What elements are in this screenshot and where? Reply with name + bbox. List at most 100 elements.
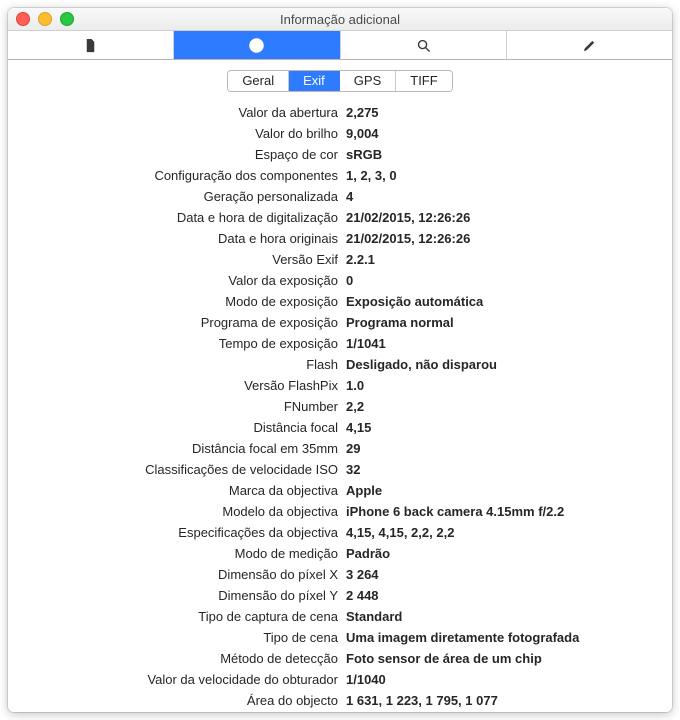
metadata-value: 1, 2, 3, 0 <box>346 165 662 186</box>
metadata-label: Valor da abertura <box>8 102 346 123</box>
metadata-label: Flash <box>8 354 346 375</box>
metadata-value: Desligado, não disparou <box>346 354 662 375</box>
metadata-label: Versão FlashPix <box>8 375 346 396</box>
metadata-row: Versão Exif2.2.1 <box>8 249 662 270</box>
info-icon <box>249 38 264 53</box>
tab-gps[interactable]: GPS <box>340 71 396 91</box>
metadata-label: Modo de medição <box>8 543 346 564</box>
toolbar-tab-file[interactable] <box>8 31 174 59</box>
metadata-label: Espaço de cor <box>8 144 346 165</box>
tab-exif[interactable]: Exif <box>289 71 340 91</box>
metadata-row: Modelo da objectivaiPhone 6 back camera … <box>8 501 662 522</box>
metadata-value: 21/02/2015, 12:26:26 <box>346 228 662 249</box>
exif-table: Valor da abertura2,275Valor do brilho9,0… <box>8 98 672 712</box>
metadata-row: Marca da objectivaApple <box>8 480 662 501</box>
metadata-label: Geração personalizada <box>8 186 346 207</box>
metadata-row: Programa de exposiçãoPrograma normal <box>8 312 662 333</box>
metadata-value: iPhone 6 back camera 4.15mm f/2.2 <box>346 501 662 522</box>
metadata-row: Especificações da objectiva4,15, 4,15, 2… <box>8 522 662 543</box>
metadata-row: Tempo de exposição1/1041 <box>8 333 662 354</box>
toolbar-tab-edit[interactable] <box>507 31 672 59</box>
toolbar <box>8 31 672 60</box>
tab-tiff[interactable]: TIFF <box>396 71 451 91</box>
metadata-label: Data e hora de digitalização <box>8 207 346 228</box>
segmented-bar: GeralExifGPSTIFF <box>8 60 672 98</box>
metadata-value: 1 631, 1 223, 1 795, 1 077 <box>346 690 662 711</box>
metadata-value: Foto sensor de área de um chip <box>346 648 662 669</box>
tab-geral[interactable]: Geral <box>228 71 289 91</box>
metadata-label: Dimensão do píxel Y <box>8 585 346 606</box>
metadata-value: 29 <box>346 438 662 459</box>
metadata-label: Data e hora originais <box>8 228 346 249</box>
metadata-value: sRGB <box>346 144 662 165</box>
metadata-row: Valor da abertura2,275 <box>8 102 662 123</box>
metadata-row: Modo de exposiçãoExposição automática <box>8 291 662 312</box>
metadata-value: 9,004 <box>346 123 662 144</box>
metadata-value: 1/1040 <box>346 669 662 690</box>
metadata-value: 2,2 <box>346 396 662 417</box>
metadata-label: Modelo da objectiva <box>8 501 346 522</box>
metadata-value: 4 <box>346 186 662 207</box>
metadata-label: Valor da exposição <box>8 270 346 291</box>
metadata-row: Distância focal em 35mm29 <box>8 438 662 459</box>
metadata-label: Distância focal em 35mm <box>8 438 346 459</box>
metadata-value: Uma imagem diretamente fotografada <box>346 627 662 648</box>
metadata-row: Tipo de captura de cenaStandard <box>8 606 662 627</box>
metadata-label: Valor do brilho <box>8 123 346 144</box>
metadata-value: 2,275 <box>346 102 662 123</box>
metadata-row: Distância focal4,15 <box>8 417 662 438</box>
metadata-value: Padrão <box>346 543 662 564</box>
metadata-row: Área do objecto1 631, 1 223, 1 795, 1 07… <box>8 690 662 711</box>
metadata-value: 4,15, 4,15, 2,2, 2,2 <box>346 522 662 543</box>
titlebar: Informação adicional <box>8 8 672 31</box>
metadata-row: Espaço de corsRGB <box>8 144 662 165</box>
inspector-window: Informação adicional GeralExifGPSTIFF Va… <box>8 8 672 712</box>
metadata-label: Marca da objectiva <box>8 480 346 501</box>
metadata-row: Valor do brilho9,004 <box>8 123 662 144</box>
toolbar-tab-info[interactable] <box>174 31 340 59</box>
metadata-row: FlashDesligado, não disparou <box>8 354 662 375</box>
metadata-label: Dimensão do píxel X <box>8 564 346 585</box>
metadata-label: Distância focal <box>8 417 346 438</box>
metadata-label: Configuração dos componentes <box>8 165 346 186</box>
doc-icon <box>83 38 98 53</box>
toolbar-tab-search[interactable] <box>341 31 507 59</box>
metadata-label: Programa de exposição <box>8 312 346 333</box>
metadata-label: Versão Exif <box>8 249 346 270</box>
metadata-row: Tipo de cenaUma imagem diretamente fotog… <box>8 627 662 648</box>
metadata-label: Modo de exposição <box>8 291 346 312</box>
metadata-label: FNumber <box>8 396 346 417</box>
edit-icon <box>582 38 597 53</box>
metadata-row: FNumber2,2 <box>8 396 662 417</box>
metadata-row: Valor da exposição0 <box>8 270 662 291</box>
metadata-value: Exposição automática <box>346 291 662 312</box>
metadata-value: Apple <box>346 480 662 501</box>
metadata-label: Tipo de captura de cena <box>8 606 346 627</box>
metadata-value: Programa normal <box>346 312 662 333</box>
metadata-row: Data e hora originais21/02/2015, 12:26:2… <box>8 228 662 249</box>
metadata-value: 4,15 <box>346 417 662 438</box>
search-icon <box>416 38 431 53</box>
metadata-value: 32 <box>346 459 662 480</box>
metadata-label: Classificações de velocidade ISO <box>8 459 346 480</box>
metadata-label: Tipo de cena <box>8 627 346 648</box>
metadata-value: 1.0 <box>346 375 662 396</box>
metadata-label: Valor da velocidade do obturador <box>8 669 346 690</box>
metadata-value: 1/1041 <box>346 333 662 354</box>
metadata-value: 3 264 <box>346 564 662 585</box>
metadata-row: Versão FlashPix1.0 <box>8 375 662 396</box>
metadata-label: Tempo de exposição <box>8 333 346 354</box>
metadata-value: 2.2.1 <box>346 249 662 270</box>
metadata-value: Standard <box>346 606 662 627</box>
metadata-row: Configuração dos componentes1, 2, 3, 0 <box>8 165 662 186</box>
metadata-value: 2 448 <box>346 585 662 606</box>
metadata-value: 0 <box>346 270 662 291</box>
metadata-row: Classificações de velocidade ISO32 <box>8 459 662 480</box>
metadata-row: Modo de mediçãoPadrão <box>8 543 662 564</box>
metadata-row: Dimensão do píxel Y2 448 <box>8 585 662 606</box>
metadata-row: Método de detecçãoFoto sensor de área de… <box>8 648 662 669</box>
metadata-row: Data e hora de digitalização21/02/2015, … <box>8 207 662 228</box>
metadata-label: Área do objecto <box>8 690 346 711</box>
metadata-row: Valor da velocidade do obturador1/1040 <box>8 669 662 690</box>
window-title: Informação adicional <box>8 12 672 27</box>
